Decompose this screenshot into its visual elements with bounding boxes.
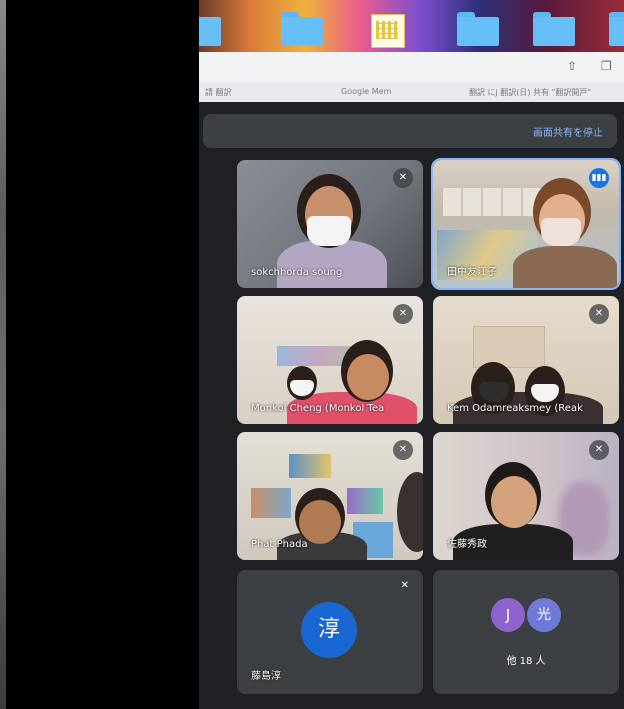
participant-tile[interactable]: 淳 ✕ 藤島淳 — [237, 570, 423, 694]
folder-icon[interactable] — [457, 12, 499, 46]
participant-figure — [347, 354, 389, 400]
participant-tile[interactable]: ✕ sokchhorda soung — [237, 160, 423, 288]
background-art — [347, 488, 383, 514]
background-board — [473, 326, 545, 368]
mic-off-icon: ✕ — [400, 580, 409, 591]
participant-name: Phat Phada — [251, 539, 308, 550]
others-count-label: 他 18 人 — [506, 656, 546, 667]
participant-tile[interactable]: ✕ Monkol Cheng (Monkol Tea — [237, 296, 423, 424]
stop-sharing-button[interactable]: 画面共有を停止 — [533, 124, 603, 139]
avatar: 光 — [527, 598, 561, 632]
avatar: J — [491, 598, 525, 632]
browser-chrome: ⇧ ❐ 請 翻訳 Google Mem 翻訳 にj 翻訳(日) 共有 "翻訳開戸… — [199, 52, 624, 102]
participant-name: Monkol Cheng (Monkol Tea — [251, 403, 385, 414]
participant-name: 藤島淳 — [251, 671, 281, 682]
mic-off-icon: ✕ — [393, 168, 413, 188]
tabs-icon[interactable]: ❐ — [601, 59, 612, 73]
dark-panel — [6, 0, 199, 709]
others-tile[interactable]: J 光 他 18 人 — [433, 570, 619, 694]
spreadsheet-icon[interactable] — [371, 14, 405, 48]
face-mask — [541, 218, 581, 246]
mic-off-icon: ✕ — [393, 440, 413, 460]
participant-name: sokchhorda soung — [251, 267, 343, 278]
screen-share-bar: 画面共有を停止 — [203, 114, 617, 148]
bookmark-item[interactable]: 翻訳 にj 翻訳(日) 共有 "翻訳開戸" — [469, 87, 591, 98]
desktop-wallpaper — [199, 0, 624, 52]
participant-tile[interactable]: ▮▮▮ 田中友江子 — [431, 158, 621, 290]
participant-figure — [513, 246, 617, 288]
participant-name: 田中友江子 — [447, 267, 497, 278]
face-mask — [307, 216, 351, 246]
participant-figure — [491, 476, 537, 528]
mic-off-icon: ✕ — [393, 304, 413, 324]
participant-tile[interactable]: ✕ 佐藤秀政 — [433, 432, 619, 560]
bookmarks-bar: 請 翻訳 Google Mem 翻訳 にj 翻訳(日) 共有 "翻訳開戸" — [199, 82, 624, 102]
mic-off-icon: ✕ — [589, 440, 609, 460]
participant-figure — [397, 472, 423, 552]
share-icon[interactable]: ⇧ — [567, 59, 577, 73]
participant-name: 佐藤秀政 — [447, 539, 487, 550]
participant-name: Kem Odamreaksmey (Reak — [447, 403, 583, 414]
bookmark-item[interactable]: 請 翻訳 — [205, 87, 232, 98]
folder-icon[interactable] — [609, 12, 624, 46]
video-call-area: 画面共有を停止 ✕ sokchhorda soung ▮▮▮ 田中友江子 ✕ M… — [199, 102, 624, 709]
participant-tile[interactable]: ✕ Kem Odamreaksmey (Reak — [433, 296, 619, 424]
participant-tile[interactable]: ✕ Phat Phada — [237, 432, 423, 560]
folder-icon[interactable] — [533, 12, 575, 46]
folder-icon[interactable] — [199, 12, 221, 46]
bookmark-item[interactable]: Google Mem — [341, 87, 391, 96]
speaking-indicator-icon: ▮▮▮ — [589, 168, 609, 188]
background-art — [289, 454, 331, 478]
folder-icon[interactable] — [281, 12, 323, 46]
avatar: 淳 — [301, 602, 357, 658]
browser-toolbar: ⇧ ❐ — [199, 52, 624, 82]
participant-figure — [299, 500, 341, 544]
background-art — [251, 488, 291, 518]
mic-off-icon: ✕ — [589, 304, 609, 324]
